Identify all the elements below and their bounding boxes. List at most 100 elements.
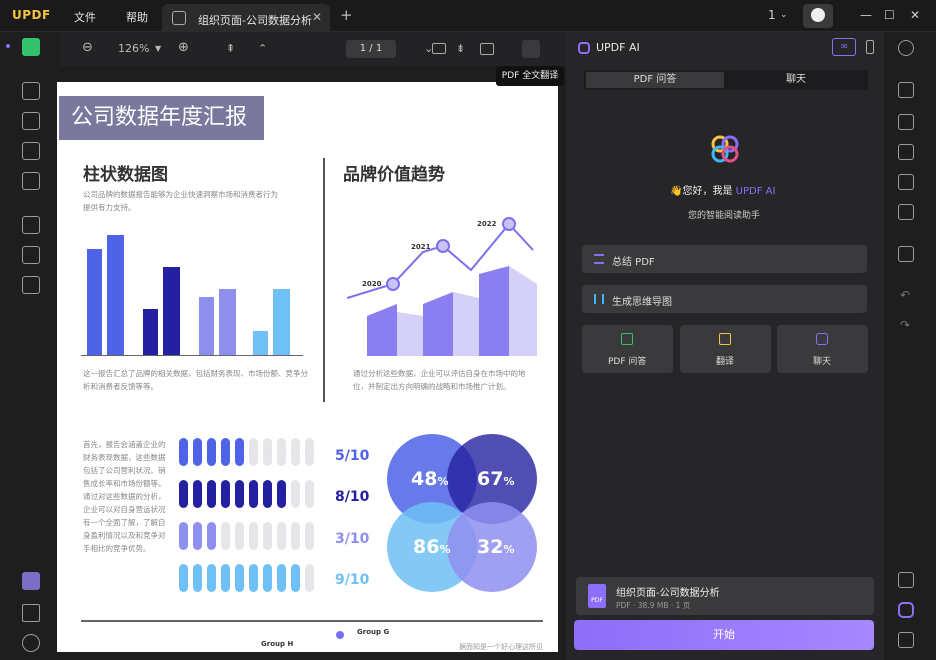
score-pill	[249, 480, 258, 508]
zoom-dropdown-icon[interactable]: ▼	[155, 44, 161, 53]
share-icon[interactable]	[898, 174, 914, 190]
score-3: 3/10	[335, 531, 370, 547]
score-1: 5/10	[335, 448, 370, 464]
bar-1a	[87, 249, 102, 355]
zoom-out-button[interactable]: ⊖	[82, 40, 93, 55]
updf-logo: UPDF	[12, 8, 51, 22]
ocr-icon[interactable]	[898, 82, 914, 98]
chat-icon	[816, 333, 828, 345]
bar-chart-desc: 公司品牌的数据报告能够为企业快速洞察市场和消费者行为提供有力支持。	[83, 190, 278, 212]
qa-label: PDF 问答	[608, 357, 647, 367]
layers-icon[interactable]	[22, 572, 40, 590]
bookmark-icon[interactable]	[22, 604, 40, 622]
tools-icon[interactable]	[22, 276, 40, 294]
trend-footer: 通过分析这些数据，企业可以评估自身在市场中的地位，并制定出方向明确的战略和市场推…	[353, 369, 526, 391]
year-label-2020: 2020	[362, 280, 382, 288]
menu-file[interactable]: 文件	[74, 9, 96, 25]
user-avatar-button[interactable]	[803, 4, 833, 28]
comment-list-icon[interactable]	[898, 632, 914, 648]
year-label-2021: 2021	[411, 243, 431, 251]
panel-tabs: PDF 问答 聊天	[584, 70, 868, 90]
zoom-in-button[interactable]: ⊕	[178, 40, 189, 55]
reader-mode-icon[interactable]	[22, 38, 40, 56]
page-counter[interactable]: 1	[768, 8, 776, 22]
save-icon[interactable]	[898, 246, 914, 262]
score-pill	[207, 480, 216, 508]
search-icon[interactable]	[898, 40, 914, 56]
organize-pages-icon[interactable]	[22, 216, 40, 234]
score-pill	[305, 480, 314, 508]
undo-icon[interactable]: ↶	[900, 288, 910, 302]
first-page-icon[interactable]: ⇞	[226, 42, 235, 55]
mindmap-icon	[594, 294, 604, 304]
ocr-text-icon[interactable]	[898, 572, 914, 588]
protect-icon[interactable]	[898, 144, 914, 160]
maximize-button[interactable]: ☐	[884, 8, 895, 22]
bar-4a	[253, 331, 268, 355]
file-name: 组织页面-公司数据分析	[616, 588, 720, 599]
score-pill	[249, 564, 258, 592]
presentation-icon[interactable]	[432, 43, 446, 54]
score-pill	[221, 480, 230, 508]
updf-ai-icon	[578, 42, 590, 54]
bar-chart	[81, 232, 303, 356]
document-icon	[172, 11, 186, 25]
last-page-icon[interactable]: ⇟	[456, 42, 465, 55]
email-icon[interactable]	[898, 204, 914, 220]
translate-label: 翻译	[716, 357, 735, 367]
convert-icon[interactable]	[898, 114, 914, 130]
score-pill	[235, 564, 244, 592]
avatar-icon	[811, 8, 825, 22]
new-tab-button[interactable]: +	[340, 6, 353, 24]
chevron-down-icon[interactable]: ⌄	[780, 10, 788, 20]
score-pill	[291, 564, 300, 592]
attachment-icon[interactable]	[22, 634, 40, 652]
minimize-button[interactable]: —	[860, 8, 872, 22]
bar-2b	[163, 267, 180, 355]
score-pill	[263, 522, 272, 550]
page-input[interactable]: 1 / 1	[346, 40, 396, 58]
score-pill	[305, 564, 314, 592]
chat-action-button[interactable]: 聊天	[777, 325, 868, 373]
prev-page-icon[interactable]: ⌃	[258, 42, 267, 55]
zoom-level[interactable]: 126%	[118, 42, 149, 55]
pin-icon[interactable]	[866, 40, 874, 54]
summarize-pdf-button[interactable]: 总结 PDF	[582, 245, 867, 273]
bar-1b	[107, 235, 124, 355]
translate-action-button[interactable]: 翻译	[680, 325, 771, 373]
redo-icon[interactable]: ↷	[900, 318, 910, 332]
crop-icon[interactable]	[22, 246, 40, 264]
menu-help[interactable]: 帮助	[126, 9, 148, 25]
document-tab[interactable]: 组织页面-公司数据分析 ✕	[162, 4, 330, 32]
close-tab-icon[interactable]: ✕	[312, 10, 322, 24]
translate-icon	[719, 333, 731, 345]
tab-pdf-qa[interactable]: PDF 问答	[586, 72, 724, 88]
updf-ai-toggle-icon[interactable]	[898, 602, 914, 618]
translate-button[interactable]	[522, 40, 540, 58]
year-label-2022: 2022	[477, 220, 497, 228]
close-window-button[interactable]: ✕	[910, 8, 920, 22]
mindmap-button[interactable]: 生成思维导图	[582, 285, 867, 313]
group-h-label: Group H	[261, 640, 294, 648]
start-button[interactable]: 开始	[574, 620, 874, 650]
form-icon[interactable]	[22, 142, 40, 160]
mindmap-label: 生成思维导图	[612, 297, 672, 308]
score-pill	[193, 564, 202, 592]
infinity-icon[interactable]: ∞	[832, 38, 856, 56]
page-layout-icon[interactable]	[480, 43, 494, 55]
fill-sign-icon[interactable]	[22, 172, 40, 190]
translate-tooltip: PDF 全文翻译	[496, 66, 564, 86]
pdf-qa-button[interactable]: PDF 问答	[582, 325, 673, 373]
score-pill	[277, 480, 286, 508]
score-pill	[221, 438, 230, 466]
score-pill	[291, 522, 300, 550]
column-divider	[323, 158, 325, 402]
section-divider	[81, 620, 543, 622]
edit-pdf-icon[interactable]	[22, 112, 40, 130]
body-text: 首先，报告会涵盖企业的财务表现数据，这些数据包括了公司营利状况、销售成长率和市场…	[83, 440, 166, 553]
tab-chat[interactable]: 聊天	[726, 70, 866, 90]
tab-title: 组织页面-公司数据分析	[198, 14, 312, 27]
group-g-label: Group G	[357, 628, 390, 636]
score-pill	[277, 564, 286, 592]
comment-icon[interactable]	[22, 82, 40, 100]
